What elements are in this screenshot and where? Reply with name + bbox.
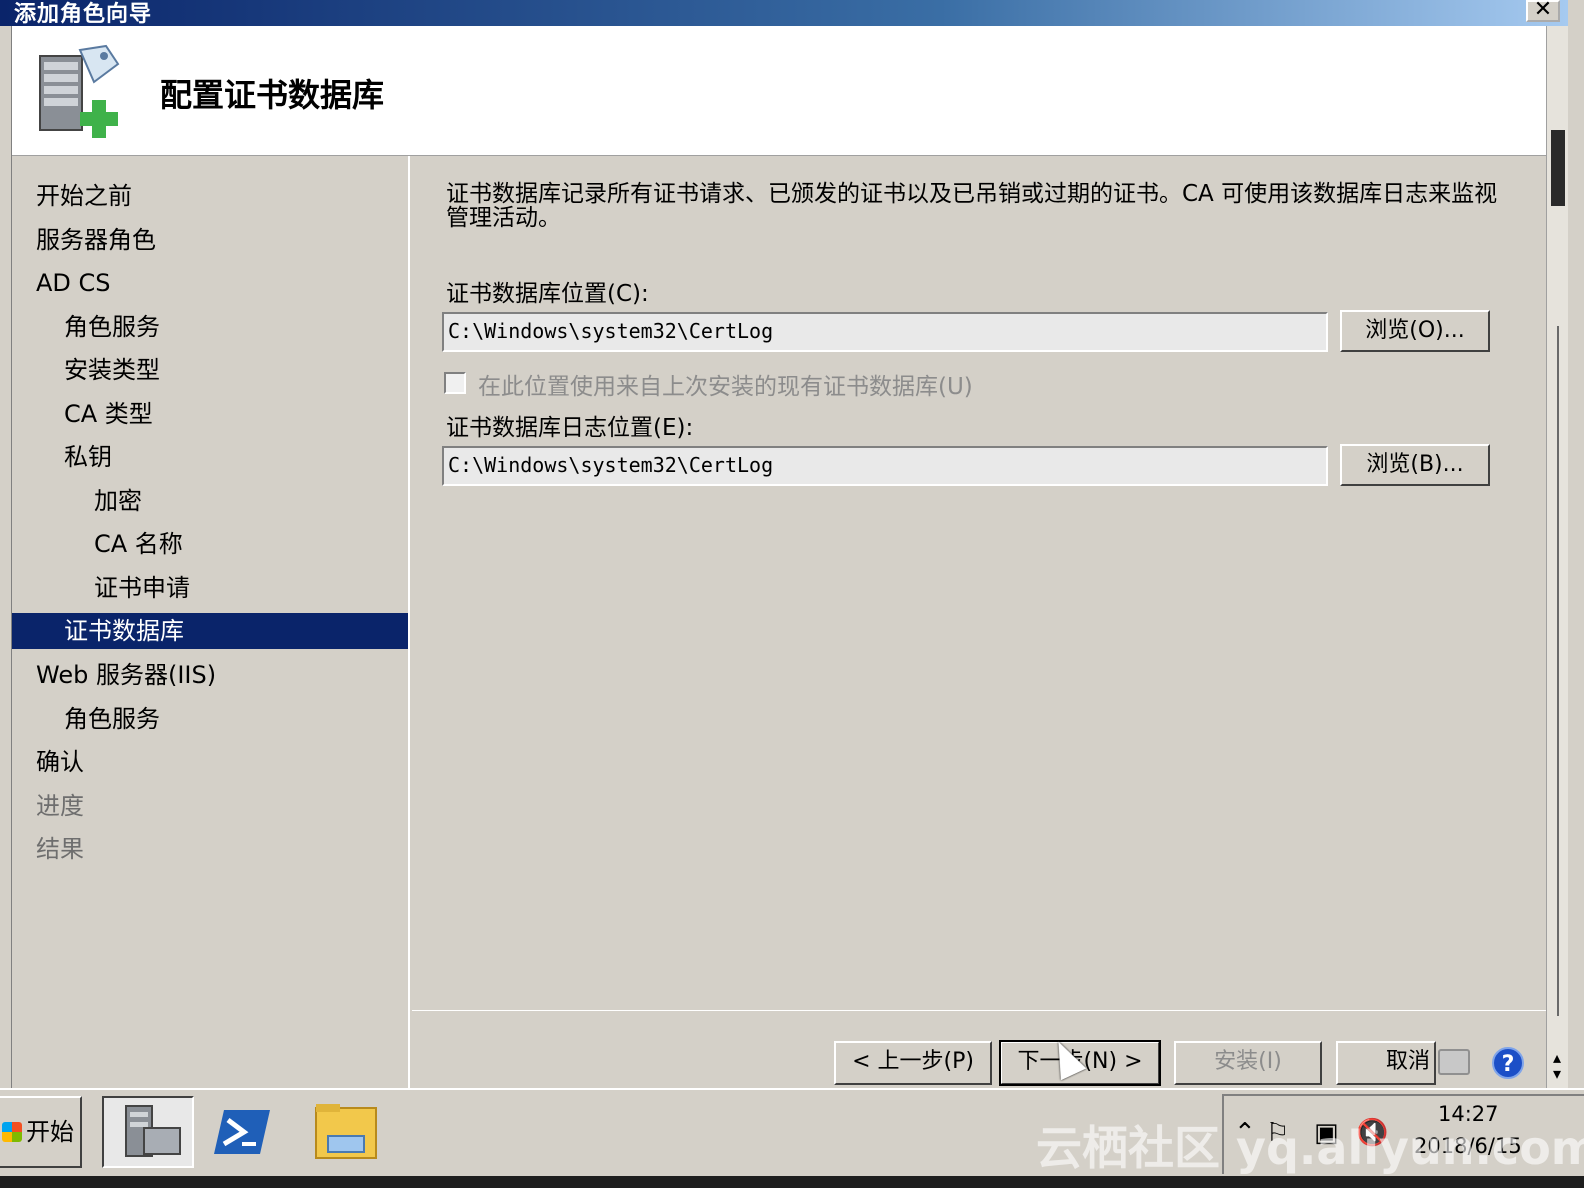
sidebar-item-cert-request[interactable]: 证书申请	[12, 570, 408, 606]
sidebar-item-confirmation[interactable]: 确认	[12, 744, 408, 780]
previous-button[interactable]: < 上一步(P)	[834, 1041, 992, 1085]
taskbar-file-explorer[interactable]	[302, 1096, 394, 1168]
sidebar-item-progress: 进度	[36, 792, 84, 820]
browse-db-button[interactable]: 浏览(O)...	[1340, 310, 1490, 352]
windows-logo-icon	[2, 1122, 22, 1142]
cancel-button[interactable]: 取消	[1336, 1041, 1436, 1085]
screen-bottom-edge	[0, 1176, 1584, 1188]
window-title: 添加角色向导	[14, 2, 153, 27]
start-button[interactable]: 开始	[0, 1096, 82, 1168]
wizard-content: 证书数据库记录所有证书请求、已颁发的证书以及已吊销或过期的证书。CA 可使用该数…	[412, 156, 1546, 1010]
close-button[interactable]: ✕	[1526, 0, 1560, 22]
wizard-footer: < 上一步(P) 下一步(N) > 安装(I) 取消 ?	[412, 1010, 1546, 1088]
scrollbar-track	[1557, 326, 1559, 1016]
wizard-steps-sidebar: 开始之前 服务器角色 AD CS 角色服务 安装类型 CA 类型 私钥 加密 C…	[12, 156, 410, 1088]
help-icon[interactable]: ?	[1492, 1047, 1524, 1079]
title-bar: 添加角色向导 ✕	[0, 0, 1568, 27]
taskbar: 开始 ⌃ ⚐ ▣ 🔇 14:27 2018/6/15 云栖社区 yq.aliyu…	[0, 1088, 1584, 1176]
sidebar-item-cert-database[interactable]: 证书数据库	[12, 613, 408, 649]
sidebar-item-private-key[interactable]: 私钥	[12, 439, 408, 475]
log-location-label: 证书数据库日志位置(E):	[446, 415, 694, 441]
keyboard-icon[interactable]	[1438, 1049, 1470, 1075]
scroll-arrows-icon[interactable]: ▴ ▾	[1548, 1050, 1566, 1084]
window-frame-left	[0, 26, 12, 1088]
wizard-header: 配置证书数据库	[12, 26, 1546, 156]
page-description: 证书数据库记录所有证书请求、已颁发的证书以及已吊销或过期的证书。CA 可使用该数…	[446, 181, 1498, 231]
taskbar-server-manager[interactable]	[102, 1096, 194, 1168]
sidebar-item-ca-type[interactable]: CA 类型	[12, 396, 408, 432]
server-manager-icon	[125, 1105, 181, 1157]
sidebar-item-role-services[interactable]: 角色服务	[12, 309, 408, 345]
db-location-label: 证书数据库位置(C):	[446, 281, 649, 307]
powershell-icon	[214, 1110, 270, 1154]
sidebar-item-ca-name[interactable]: CA 名称	[12, 526, 408, 562]
sidebar-item-server-roles[interactable]: 服务器角色	[12, 222, 408, 258]
sidebar-item-iis-role-services[interactable]: 角色服务	[12, 701, 408, 737]
page-title: 配置证书数据库	[160, 76, 385, 114]
log-location-field[interactable]: C:\Windows\system32\CertLog	[442, 446, 1328, 486]
scrollbar[interactable]	[1546, 26, 1568, 1088]
browse-log-button[interactable]: 浏览(B)...	[1340, 444, 1490, 486]
sidebar-item-web-server[interactable]: Web 服务器(IIS)	[12, 657, 408, 693]
file-explorer-icon	[315, 1104, 377, 1159]
reuse-database-label: 在此位置使用来自上次安装的现有证书数据库(U)	[478, 374, 973, 400]
server-add-icon	[39, 44, 120, 138]
db-location-field[interactable]: C:\Windows\system32\CertLog	[442, 312, 1328, 352]
sidebar-item-before-you-begin[interactable]: 开始之前	[12, 178, 408, 214]
watermark: 云栖社区 yq.aliyun.com	[1036, 1121, 1584, 1175]
install-button: 安装(I)	[1174, 1041, 1322, 1085]
scrollbar-thumb[interactable]	[1551, 130, 1565, 206]
sidebar-item-ad-cs[interactable]: AD CS	[12, 265, 408, 301]
start-label: 开始	[26, 1118, 74, 1146]
sidebar-item-results: 结果	[36, 835, 84, 863]
sidebar-item-setup-type[interactable]: 安装类型	[12, 352, 408, 388]
taskbar-powershell[interactable]	[200, 1096, 292, 1168]
reuse-database-checkbox[interactable]	[444, 372, 466, 394]
sidebar-item-cryptography[interactable]: 加密	[12, 483, 408, 519]
